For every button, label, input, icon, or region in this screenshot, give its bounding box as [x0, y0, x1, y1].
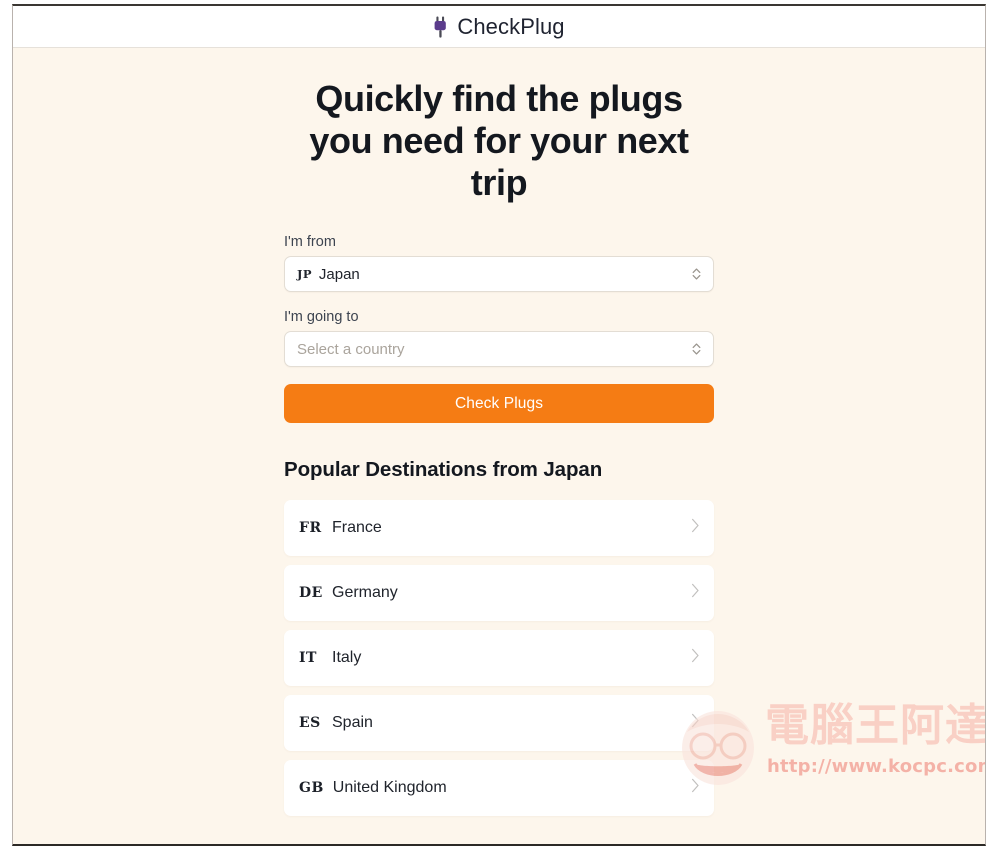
to-field-label: I'm going to	[284, 309, 359, 326]
destination-flag-code: FR	[299, 520, 322, 537]
destination-item-germany[interactable]: DE Germany	[284, 565, 714, 622]
plug-search-form: I'm from JP Japan I'm going to Select a …	[284, 234, 714, 424]
popular-destinations-heading: Popular Destinations from Japan	[284, 458, 603, 482]
chevron-right-icon	[691, 713, 700, 733]
from-country-value: Japan	[318, 265, 360, 283]
destination-flag-code: GB	[299, 780, 324, 797]
chevron-up-down-icon	[691, 266, 702, 282]
chevron-right-icon	[691, 583, 700, 603]
from-field-label: I'm from	[284, 234, 336, 251]
from-country-select[interactable]: JP Japan	[284, 256, 714, 293]
destination-name: Italy	[332, 649, 362, 667]
watermark-text: 電腦王阿達	[765, 700, 985, 751]
page-title: Quickly find the plugs you need for your…	[309, 78, 689, 204]
destination-flag-code: ES	[299, 715, 321, 732]
destination-flag-code: IT	[299, 650, 317, 667]
destination-item-france[interactable]: FR France	[284, 500, 714, 557]
chevron-right-icon	[691, 778, 700, 798]
watermark: 電腦王阿達 http://www.kocpc.com.tw	[673, 700, 985, 796]
chevron-right-icon	[691, 648, 700, 668]
plug-icon	[433, 16, 448, 38]
app-window: CheckPlug Quickly find the plugs you nee…	[12, 4, 986, 846]
check-plugs-button[interactable]: Check Plugs	[284, 384, 714, 424]
app-title: CheckPlug	[457, 13, 565, 39]
page-body: Quickly find the plugs you need for your…	[13, 48, 985, 844]
watermark-url: http://www.kocpc.com.tw	[767, 756, 985, 777]
chevron-right-icon	[691, 518, 700, 538]
destination-name: Germany	[332, 584, 398, 602]
app-top-bar: CheckPlug	[13, 6, 985, 48]
destination-name: Spain	[332, 714, 373, 732]
from-country-flag-code: JP	[297, 267, 312, 282]
brand: CheckPlug	[433, 13, 565, 40]
destination-item-italy[interactable]: IT Italy	[284, 630, 714, 687]
destination-item-spain[interactable]: ES Spain	[284, 695, 714, 752]
content-column: Quickly find the plugs you need for your…	[284, 48, 714, 844]
to-country-placeholder: Select a country	[297, 340, 405, 358]
destination-name: United Kingdom	[332, 779, 447, 797]
to-country-select[interactable]: Select a country	[284, 331, 714, 368]
chevron-up-down-icon	[691, 341, 702, 357]
destination-flag-code: DE	[299, 585, 323, 602]
destination-item-united-kingdom[interactable]: GB United Kingdom	[284, 760, 714, 817]
destination-name: France	[332, 519, 382, 537]
popular-destinations-list: FR France DE Germany IT Italy ES Spain G…	[284, 500, 714, 844]
